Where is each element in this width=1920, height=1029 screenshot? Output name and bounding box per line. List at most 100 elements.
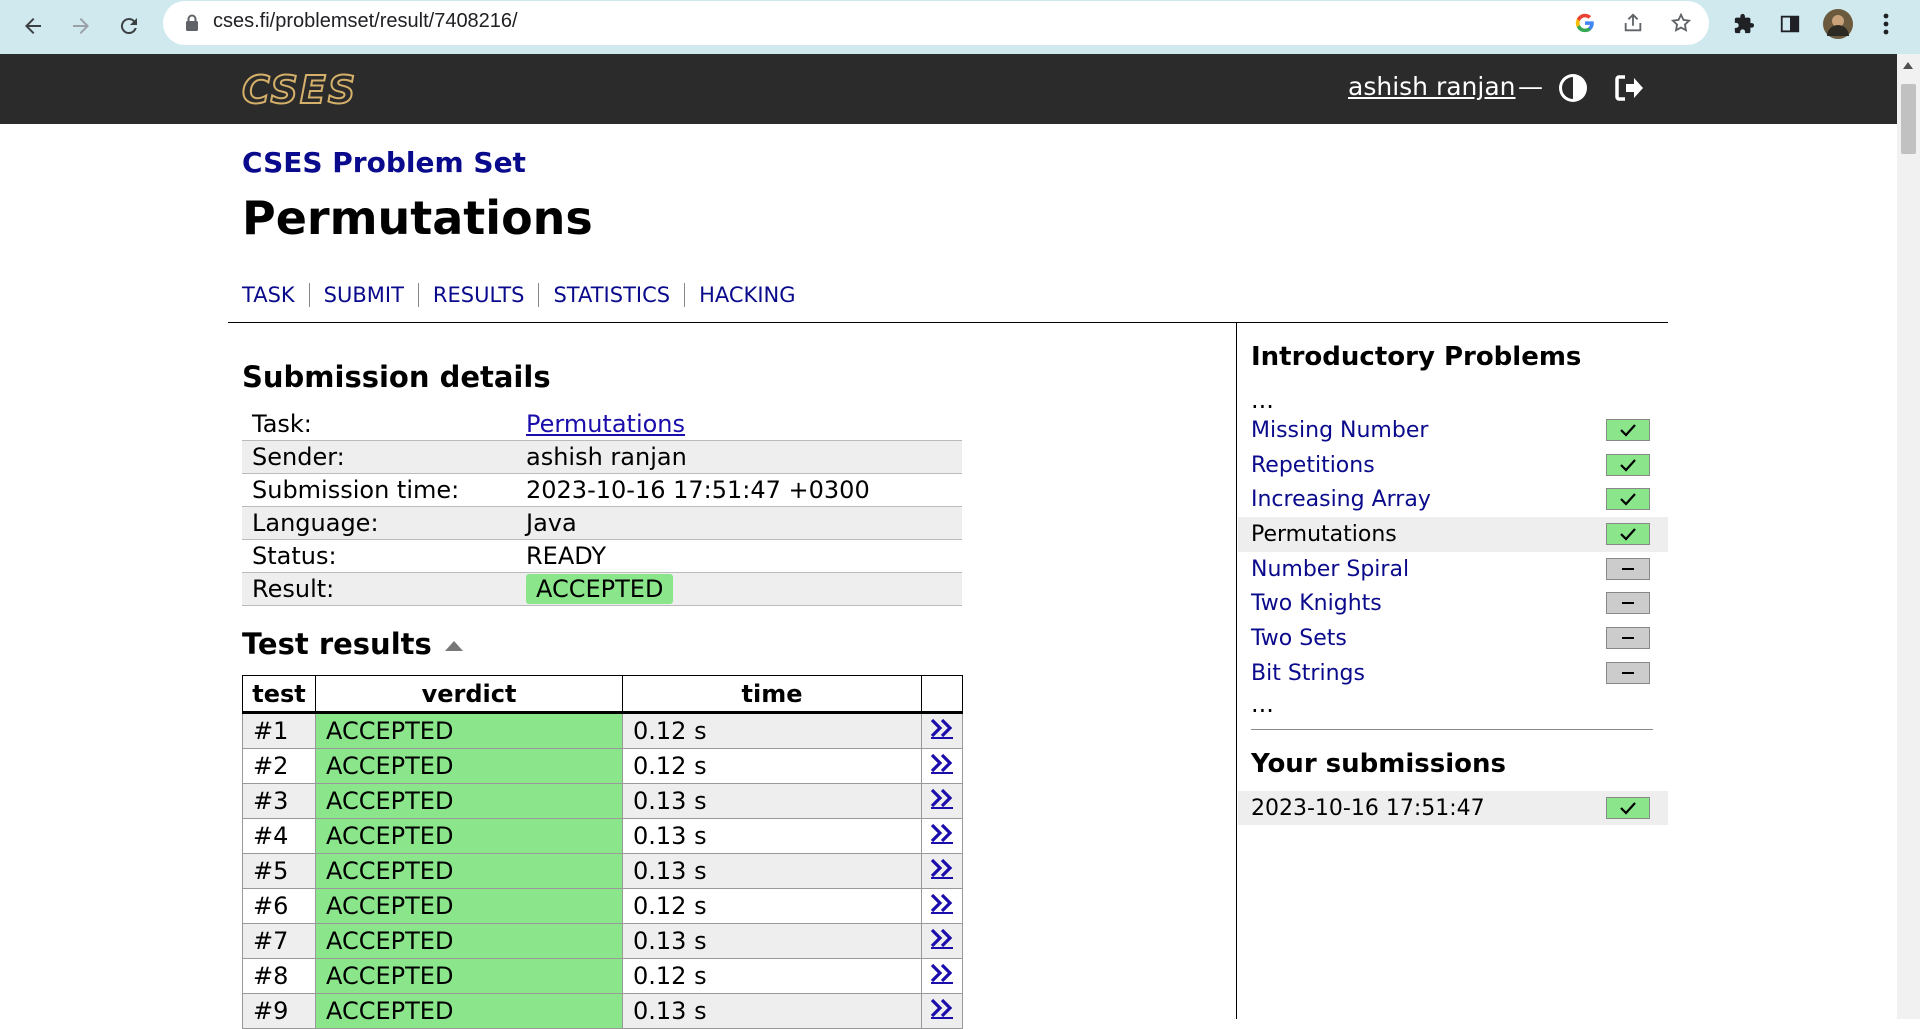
solved-check-icon <box>1606 453 1650 476</box>
contrast-toggle-icon[interactable] <box>1557 72 1589 108</box>
test-details-link[interactable] <box>921 853 963 889</box>
sidebar-title: Introductory Problems <box>1251 342 1582 372</box>
share-icon[interactable] <box>1619 9 1647 37</box>
double-chevron-right-icon[interactable] <box>929 717 955 739</box>
lock-icon <box>185 14 199 36</box>
google-icon[interactable] <box>1571 9 1599 37</box>
scroll-thumb[interactable] <box>1901 84 1916 154</box>
table-row: #7 ACCEPTED 0.13 s <box>242 923 963 959</box>
test-verdict: ACCEPTED <box>315 818 623 854</box>
submission-time[interactable]: 2023-10-16 17:51:47 <box>1251 796 1485 821</box>
extensions-icon[interactable] <box>1728 8 1760 40</box>
browser-menu-icon[interactable] <box>1870 8 1902 40</box>
detail-key: Task: <box>242 408 516 441</box>
collapse-arrow-icon[interactable] <box>445 641 463 651</box>
test-results-table: test verdict time #1 ACCEPTED 0.12 s #2 ACCE… <box>242 675 963 1029</box>
double-chevron-right-icon[interactable] <box>929 857 955 879</box>
reload-icon[interactable] <box>112 9 146 43</box>
double-chevron-right-icon[interactable] <box>929 997 955 1019</box>
bookmark-star-icon[interactable] <box>1667 9 1695 37</box>
table-row: #1 ACCEPTED 0.12 s <box>242 712 963 749</box>
details-row-time: Submission time: 2023-10-16 17:51:47 +03… <box>242 473 962 507</box>
sidebar-problem-item[interactable]: Two Knights <box>1238 586 1668 621</box>
task-link[interactable]: Permutations <box>526 410 685 438</box>
test-time: 0.13 s <box>622 853 922 889</box>
sidebar-ellipsis-bottom: ... <box>1251 690 1274 718</box>
cses-logo[interactable]: CSES <box>240 67 380 113</box>
problem-label[interactable]: Two Sets <box>1251 626 1347 651</box>
test-details-link[interactable] <box>921 818 963 854</box>
test-time: 0.12 s <box>622 958 922 994</box>
test-verdict: ACCEPTED <box>315 748 623 784</box>
double-chevron-right-icon[interactable] <box>929 962 955 984</box>
sidebar-problem-item[interactable]: Repetitions <box>1238 448 1668 483</box>
test-id: #4 <box>242 818 316 854</box>
test-id: #7 <box>242 923 316 959</box>
table-row: #2 ACCEPTED 0.12 s <box>242 748 963 784</box>
test-details-link[interactable] <box>921 783 963 819</box>
test-id: #5 <box>242 853 316 889</box>
test-details-link[interactable] <box>921 958 963 994</box>
back-icon[interactable] <box>16 9 50 43</box>
tab-task[interactable]: TASK <box>242 283 309 307</box>
submission-row[interactable]: 2023-10-16 17:51:47 <box>1238 791 1668 825</box>
sidebar-problem-item[interactable]: Bit Strings <box>1238 656 1668 691</box>
submission-details-heading: Submission details <box>242 360 551 394</box>
sidebar-problem-item[interactable]: Number Spiral <box>1238 552 1668 587</box>
problem-label[interactable]: Number Spiral <box>1251 557 1409 582</box>
problem-label[interactable]: Permutations <box>1251 522 1397 547</box>
unsolved-dash-icon <box>1606 592 1650 615</box>
tab-statistics[interactable]: STATISTICS <box>538 283 684 307</box>
tab-hacking[interactable]: HACKING <box>684 283 809 307</box>
sidebar-problem-item[interactable]: Increasing Array <box>1238 482 1668 517</box>
table-row: #9 ACCEPTED 0.13 s <box>242 993 963 1029</box>
logout-icon[interactable] <box>1613 72 1645 108</box>
user-link[interactable]: ashish ranjan <box>1348 72 1516 101</box>
sidebar-problem-item[interactable]: Two Sets <box>1238 621 1668 656</box>
test-time: 0.13 s <box>622 783 922 819</box>
double-chevron-right-icon[interactable] <box>929 822 955 844</box>
problem-label[interactable]: Repetitions <box>1251 453 1375 478</box>
double-chevron-right-icon[interactable] <box>929 752 955 774</box>
sidebar-problem-item[interactable]: Missing Number <box>1238 413 1668 448</box>
profile-avatar[interactable] <box>1822 8 1854 40</box>
site-header: CSES ashish ranjan — <box>0 54 1897 124</box>
address-bar[interactable]: cses.fi/problemset/result/7408216/ <box>163 1 1709 45</box>
details-row-language: Language: Java <box>242 506 962 540</box>
column-header-verdict: verdict <box>315 675 623 714</box>
tab-results[interactable]: RESULTS <box>417 283 539 307</box>
details-row-status: Status: READY <box>242 539 962 573</box>
double-chevron-right-icon[interactable] <box>929 927 955 949</box>
problem-label[interactable]: Bit Strings <box>1251 661 1365 686</box>
detail-value: 2023-10-16 17:51:47 +0300 <box>516 473 962 507</box>
test-id: #1 <box>242 712 316 749</box>
test-id: #2 <box>242 748 316 784</box>
table-row: #5 ACCEPTED 0.13 s <box>242 853 963 889</box>
problem-label[interactable]: Two Knights <box>1251 591 1382 616</box>
problem-label[interactable]: Increasing Array <box>1251 487 1431 512</box>
page-scrollbar[interactable] <box>1897 54 1920 1019</box>
test-details-link[interactable] <box>921 748 963 784</box>
detail-value: READY <box>516 539 962 573</box>
test-id: #3 <box>242 783 316 819</box>
side-panel-icon[interactable] <box>1774 8 1806 40</box>
site-title-link[interactable]: CSES Problem Set <box>242 146 526 179</box>
sidebar-problem-item[interactable]: Permutations <box>1238 517 1668 552</box>
test-details-link[interactable] <box>921 712 963 749</box>
url-text: cses.fi/problemset/result/7408216/ <box>213 10 518 32</box>
double-chevron-right-icon[interactable] <box>929 787 955 809</box>
test-id: #6 <box>242 888 316 924</box>
test-details-link[interactable] <box>921 888 963 924</box>
test-details-link[interactable] <box>921 993 963 1029</box>
submission-details-table: Task: Permutations Sender: ashish ranjan… <box>242 408 962 606</box>
problem-label[interactable]: Missing Number <box>1251 418 1428 443</box>
scroll-up-arrow-icon[interactable] <box>1903 62 1913 69</box>
double-chevron-right-icon[interactable] <box>929 892 955 914</box>
forward-icon[interactable] <box>64 9 98 43</box>
test-time: 0.12 s <box>622 712 922 749</box>
table-row: #6 ACCEPTED 0.12 s <box>242 888 963 924</box>
header-separator: — <box>1518 72 1543 101</box>
column-divider <box>1236 322 1237 1019</box>
tab-submit[interactable]: SUBMIT <box>308 283 418 307</box>
test-details-link[interactable] <box>921 923 963 959</box>
